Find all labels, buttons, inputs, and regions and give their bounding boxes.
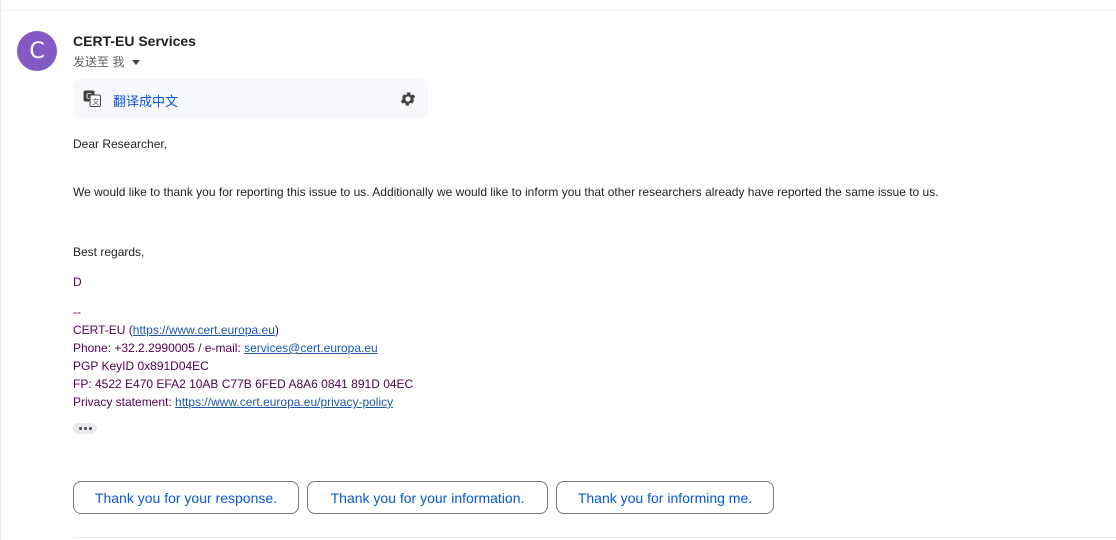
signature-separator: -- — [73, 305, 81, 319]
show-trimmed-content-button[interactable] — [73, 423, 97, 434]
privacy-policy-link[interactable]: https://www.cert.europa.eu/privacy-polic… — [175, 395, 393, 409]
svg-text:文: 文 — [92, 97, 99, 106]
recipient-label: 发送至 我 — [73, 55, 125, 69]
signature-privacy-prefix: Privacy statement: — [73, 395, 176, 409]
gear-icon[interactable] — [399, 90, 417, 108]
website-link[interactable]: https://www.cert.europa.eu — [133, 323, 275, 337]
sender-initial: D — [73, 275, 82, 289]
translate-bar: G 文 翻译成中文 — [73, 79, 428, 118]
recipient-details[interactable]: 发送至 我 — [73, 53, 141, 70]
signature-org-suffix: ) — [274, 323, 279, 337]
frame-top-border — [0, 10, 1116, 11]
closing: Best regards, — [73, 245, 145, 259]
email-link[interactable]: services@cert.europa.eu — [244, 341, 378, 355]
signature-fingerprint: FP: 4522 E470 EFA2 10AB C77B 6FED A8A6 0… — [73, 377, 414, 391]
signature-pgp: PGP KeyID 0x891D04EC — [73, 359, 209, 373]
signature-phone: Phone: +32.2.2990005 / e-mail: — [73, 341, 245, 355]
divider — [73, 537, 1116, 538]
smart-reply-button-3[interactable]: Thank you for informing me. — [556, 481, 774, 514]
translate-icon: G 文 — [83, 90, 101, 107]
signature-privacy: Privacy statement: https://www.cert.euro… — [73, 393, 393, 411]
signature-contact: Phone: +32.2.2990005 / e-mail: services@… — [73, 339, 378, 357]
avatar[interactable]: C — [17, 31, 57, 71]
chevron-down-icon[interactable] — [132, 59, 141, 65]
greeting: Dear Researcher, — [73, 137, 168, 151]
translate-link[interactable]: 翻译成中文 — [113, 91, 178, 110]
frame-left-border — [0, 0, 1, 540]
more-dots-icon — [78, 427, 82, 430]
more-dot — [83, 427, 87, 430]
smart-reply-button-1[interactable]: Thank you for your response. — [73, 481, 299, 514]
signature-org-prefix: CERT-EU ( — [73, 323, 133, 337]
smart-reply-button-2[interactable]: Thank you for your information. — [307, 481, 548, 514]
sender-name[interactable]: CERT-EU Services — [73, 33, 196, 49]
message-paragraph: We would like to thank you for reporting… — [73, 185, 939, 199]
more-dot — [88, 427, 92, 430]
signature-org: CERT-EU (https://www.cert.europa.eu) — [73, 321, 279, 339]
